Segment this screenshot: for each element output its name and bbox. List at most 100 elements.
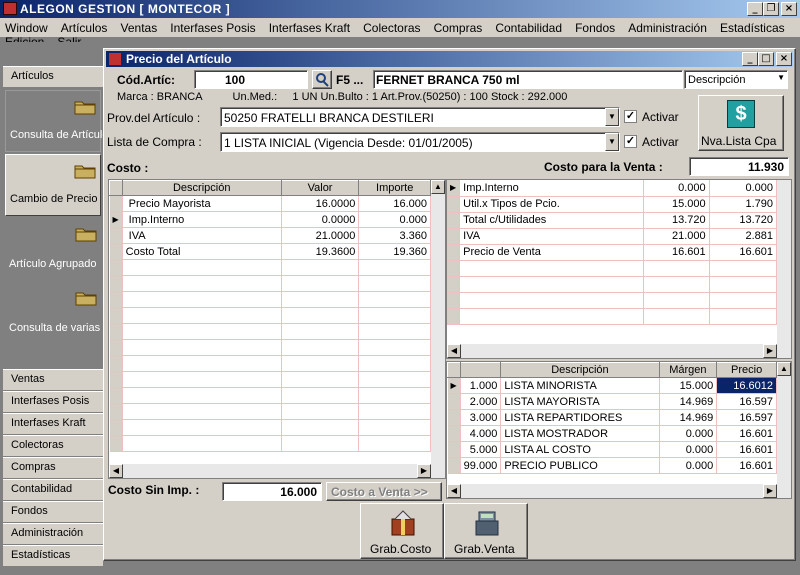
table-row[interactable]: Costo Total 19.3600 19.360 [109, 243, 431, 260]
sidebar-section-estadisticas[interactable]: Estadísticas [3, 545, 103, 567]
descripcion-select[interactable]: Descripción ▼ [684, 70, 788, 89]
menu-bar: Window Artículos Ventas Interfases Posis… [0, 18, 800, 49]
col-importe[interactable]: Importe [358, 180, 431, 196]
sidebar-tile-consulta-articulo[interactable]: Consulta de Artículo [5, 90, 108, 152]
scroll-right-icon[interactable]: ▶ [763, 344, 777, 358]
window-title: Precio del Artículo [126, 52, 232, 66]
window-minimize-button[interactable]: _ [742, 52, 758, 66]
menu-compras[interactable]: Compras [429, 21, 488, 35]
grab-venta-button[interactable]: Grab.Venta [444, 503, 528, 559]
table-row[interactable]: IVA 21.000 2.881 [447, 228, 778, 245]
window-close-button[interactable]: × [776, 52, 792, 66]
costo-venta-field[interactable]: 11.930 [689, 157, 789, 176]
scroll-left-icon[interactable]: ◀ [109, 464, 123, 478]
menu-fondos[interactable]: Fondos [570, 21, 620, 35]
sidebar-section-administracion[interactable]: Administración [3, 523, 103, 545]
prov-combo[interactable]: 50250 FRATELLI BRANCA DESTILERI ▼ [220, 107, 620, 127]
table-row[interactable]: ▶ Imp.Interno 0.000 0.000 [447, 180, 778, 197]
selected-cell[interactable]: 16.6012 [716, 377, 777, 394]
costo-sin-imp-field[interactable]: 16.000 [222, 482, 322, 501]
table-row[interactable]: ▶ 1.000 LISTA MINORISTA 15.000 16.6012 [447, 377, 777, 394]
table-row[interactable]: Precio de Venta 16.601 16.601 [447, 244, 778, 261]
menu-articulos[interactable]: Artículos [56, 21, 113, 35]
listas-grid-vscroll[interactable]: ▲ [777, 362, 791, 484]
chevron-down-icon[interactable]: ▼ [605, 133, 619, 151]
sidebar-tile-consulta-varias[interactable]: Consulta de varias [5, 282, 101, 344]
sidebar-section-compras[interactable]: Compras [3, 457, 103, 479]
costo-venta-label: Costo para la Venta : [544, 160, 663, 174]
table-row[interactable]: Util.x Tipos de Pcio. 15.000 1.790 [447, 196, 778, 213]
window-maximize-button[interactable]: □ [758, 52, 774, 66]
costo-grid-hscroll[interactable]: ◀ ▶ [109, 464, 445, 478]
sidebar-header-articulos[interactable]: Artículos [3, 66, 103, 88]
cod-artic-field[interactable]: 100 [194, 70, 308, 89]
costo-a-venta-button[interactable]: Costo a Venta >> [326, 482, 442, 501]
sidebar-section-interfases-kraft[interactable]: Interfases Kraft [3, 413, 103, 435]
costo-grid-header: Descripción Valor Importe [109, 180, 431, 196]
listas-grid-hscroll[interactable]: ◀ ▶ [447, 484, 791, 498]
folder-icon [75, 290, 97, 306]
scroll-up-icon[interactable]: ▲ [777, 362, 791, 376]
close-button[interactable]: × [781, 2, 797, 16]
sidebar-tile-cambio-precio[interactable]: Cambio de Precio [5, 154, 101, 216]
venta-grid-hscroll[interactable]: ◀ ▶ [447, 344, 791, 358]
minimize-button[interactable]: _ [747, 2, 763, 16]
scroll-up-icon[interactable]: ▲ [431, 180, 445, 194]
chevron-down-icon[interactable]: ▼ [605, 108, 619, 126]
menu-colectoras[interactable]: Colectoras [358, 21, 425, 35]
search-button[interactable] [312, 70, 332, 89]
window-icon [109, 53, 121, 65]
article-name-field[interactable]: FERNET BRANCA 750 ml [373, 70, 683, 89]
menu-window[interactable]: Window [0, 21, 53, 35]
table-row[interactable]: IVA 21.0000 3.360 [109, 227, 431, 244]
col-valor[interactable]: Valor [280, 180, 360, 196]
row-pointer-icon: ▶ [109, 211, 123, 228]
scroll-right-icon[interactable]: ▶ [417, 464, 431, 478]
menu-interfases-posis[interactable]: Interfases Posis [165, 21, 260, 35]
col-descripcion[interactable]: Descripción [121, 180, 282, 196]
table-row[interactable]: 5.000 LISTA AL COSTO 0.000 16.601 [447, 441, 777, 458]
scroll-left-icon[interactable]: ◀ [447, 344, 461, 358]
table-row[interactable]: 99.000 PRECIO PUBLICO 0.000 16.601 [447, 457, 777, 474]
f5-label: F5 ... [336, 73, 364, 87]
menu-administracion[interactable]: Administración [623, 21, 712, 35]
menu-contabilidad[interactable]: Contabilidad [490, 21, 567, 35]
sidebar-section-fondos[interactable]: Fondos [3, 501, 103, 523]
activar-prov-checkbox[interactable]: ✓ [624, 110, 637, 123]
folder-icon [74, 163, 96, 179]
scroll-left-icon[interactable]: ◀ [447, 484, 461, 498]
table-row[interactable]: 4.000 LISTA MOSTRADOR 0.000 16.601 [447, 425, 777, 442]
costo-label: Costo : [107, 161, 149, 175]
activar-lista-checkbox[interactable]: ✓ [624, 135, 637, 148]
venta-grid-vscroll[interactable] [777, 180, 791, 344]
restore-button[interactable]: ❐ [763, 2, 779, 16]
table-row[interactable]: 2.000 LISTA MAYORISTA 14.969 16.597 [447, 393, 777, 410]
sidebar-section-interfases-posis[interactable]: Interfases Posis [3, 391, 103, 413]
menu-interfases-kraft[interactable]: Interfases Kraft [264, 21, 355, 35]
menu-ventas[interactable]: Ventas [116, 21, 163, 35]
grab-costo-button[interactable]: Grab.Costo [360, 503, 444, 559]
sidebar-tile-articulo-agrupado[interactable]: Artículo Agrupado [5, 218, 101, 280]
menu-estadisticas[interactable]: Estadísticas [715, 21, 790, 35]
row-pointer-icon: ▶ [447, 180, 461, 197]
scroll-right-icon[interactable]: ▶ [763, 484, 777, 498]
sidebar-section-contabilidad[interactable]: Contabilidad [3, 479, 103, 501]
window-titlebar: Precio del Artículo _ □ × [106, 51, 793, 67]
table-row[interactable]: Total c/Utilidades 13.720 13.720 [447, 212, 778, 229]
app-icon [3, 2, 17, 15]
col-descripcion[interactable]: Descripción [500, 362, 660, 378]
listas-grid-header: Descripción Márgen Precio [447, 362, 777, 378]
sidebar-section-ventas[interactable]: Ventas [3, 369, 103, 391]
col-precio[interactable]: Precio [716, 362, 777, 378]
activar-prov-label: Activar [642, 110, 679, 124]
info-line: Marca : BRANCA Un.Med.: 1 UN Un.Bulto : … [117, 91, 568, 103]
table-row[interactable]: 3.000 LISTA REPARTIDORES 14.969 16.597 [447, 409, 777, 426]
nva-lista-cpa-button[interactable]: $ Nva.Lista Cpa [698, 95, 784, 151]
table-row[interactable]: Precio Mayorista 16.0000 16.000 [109, 195, 431, 212]
sidebar-section-colectoras[interactable]: Colectoras [3, 435, 103, 457]
table-row[interactable]: ▶ Imp.Interno 0.0000 0.000 [109, 211, 431, 228]
costo-grid-vscroll[interactable]: ▲ [431, 180, 445, 464]
lista-combo[interactable]: 1 LISTA INICIAL (Vigencia Desde: 01/01/2… [220, 132, 620, 152]
costo-grid: Descripción Valor Importe Precio Mayoris… [108, 179, 446, 479]
col-margen[interactable]: Márgen [658, 362, 718, 378]
